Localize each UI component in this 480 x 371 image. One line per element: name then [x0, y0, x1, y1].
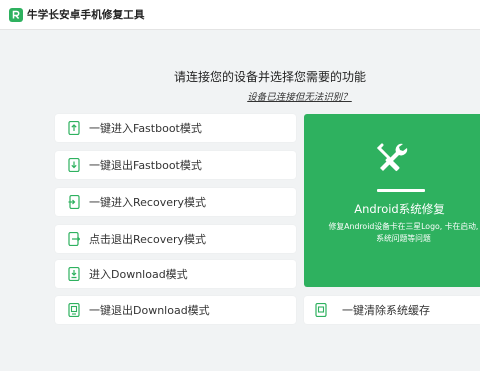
repair-desc-line-2: 系统问题等问题: [376, 234, 431, 243]
enter-download-label: 进入Download模式: [89, 268, 188, 281]
enter-fastboot-label: 一键进入Fastboot模式: [89, 122, 202, 135]
android-repair-card[interactable]: Android系统修复 修复Android设备卡在三星Logo, 卡在启动, 系…: [304, 114, 480, 287]
enter-download-button[interactable]: 进入Download模式: [55, 260, 296, 288]
title-bar: 牛学长安卓手机修复工具: [0, 0, 480, 30]
app-title: 牛学长安卓手机修复工具: [27, 9, 145, 21]
exit-recovery-label: 点击退出Recovery模式: [89, 233, 207, 246]
device-unrecognized-link[interactable]: 设备已连接但无法识别？: [0, 89, 480, 103]
repair-title: Android系统修复: [354, 202, 445, 216]
phone-exit-icon: [67, 302, 81, 318]
page-heading: 请连接您的设备并选择您需要的功能: [173, 70, 366, 84]
divider-bar: [377, 189, 425, 192]
clear-cache-button[interactable]: 一键清除系统缓存: [304, 296, 480, 324]
phone-arrow-in-icon: [67, 194, 81, 210]
enter-fastboot-button[interactable]: 一键进入Fastboot模式: [55, 114, 296, 142]
enter-recovery-button[interactable]: 一键进入Recovery模式: [55, 188, 296, 216]
exit-download-label: 一键退出Download模式: [89, 304, 210, 317]
exit-recovery-button[interactable]: 点击退出Recovery模式: [55, 225, 296, 253]
repair-description: 修复Android设备卡在三星Logo, 卡在启动, 系统问题等问题: [316, 221, 480, 245]
enter-recovery-label: 一键进入Recovery模式: [89, 196, 207, 209]
exit-fastboot-label: 一键退出Fastboot模式: [89, 159, 202, 172]
phone-arrow-out-icon: [67, 231, 81, 247]
phone-clean-icon: [314, 302, 328, 318]
phone-arrow-up-icon: [67, 120, 81, 136]
clear-cache-label: 一键清除系统缓存: [342, 304, 430, 317]
repair-desc-line-1: 修复Android设备卡在三星Logo, 卡在启动,: [328, 222, 479, 231]
phone-arrow-down-icon: [67, 157, 81, 173]
phone-download-icon: [67, 266, 81, 282]
exit-download-button[interactable]: 一键退出Download模式: [55, 296, 296, 324]
wrench-screwdriver-icon: [376, 143, 408, 172]
exit-fastboot-button[interactable]: 一键退出Fastboot模式: [55, 151, 296, 179]
logo-r-icon: [9, 7, 23, 22]
